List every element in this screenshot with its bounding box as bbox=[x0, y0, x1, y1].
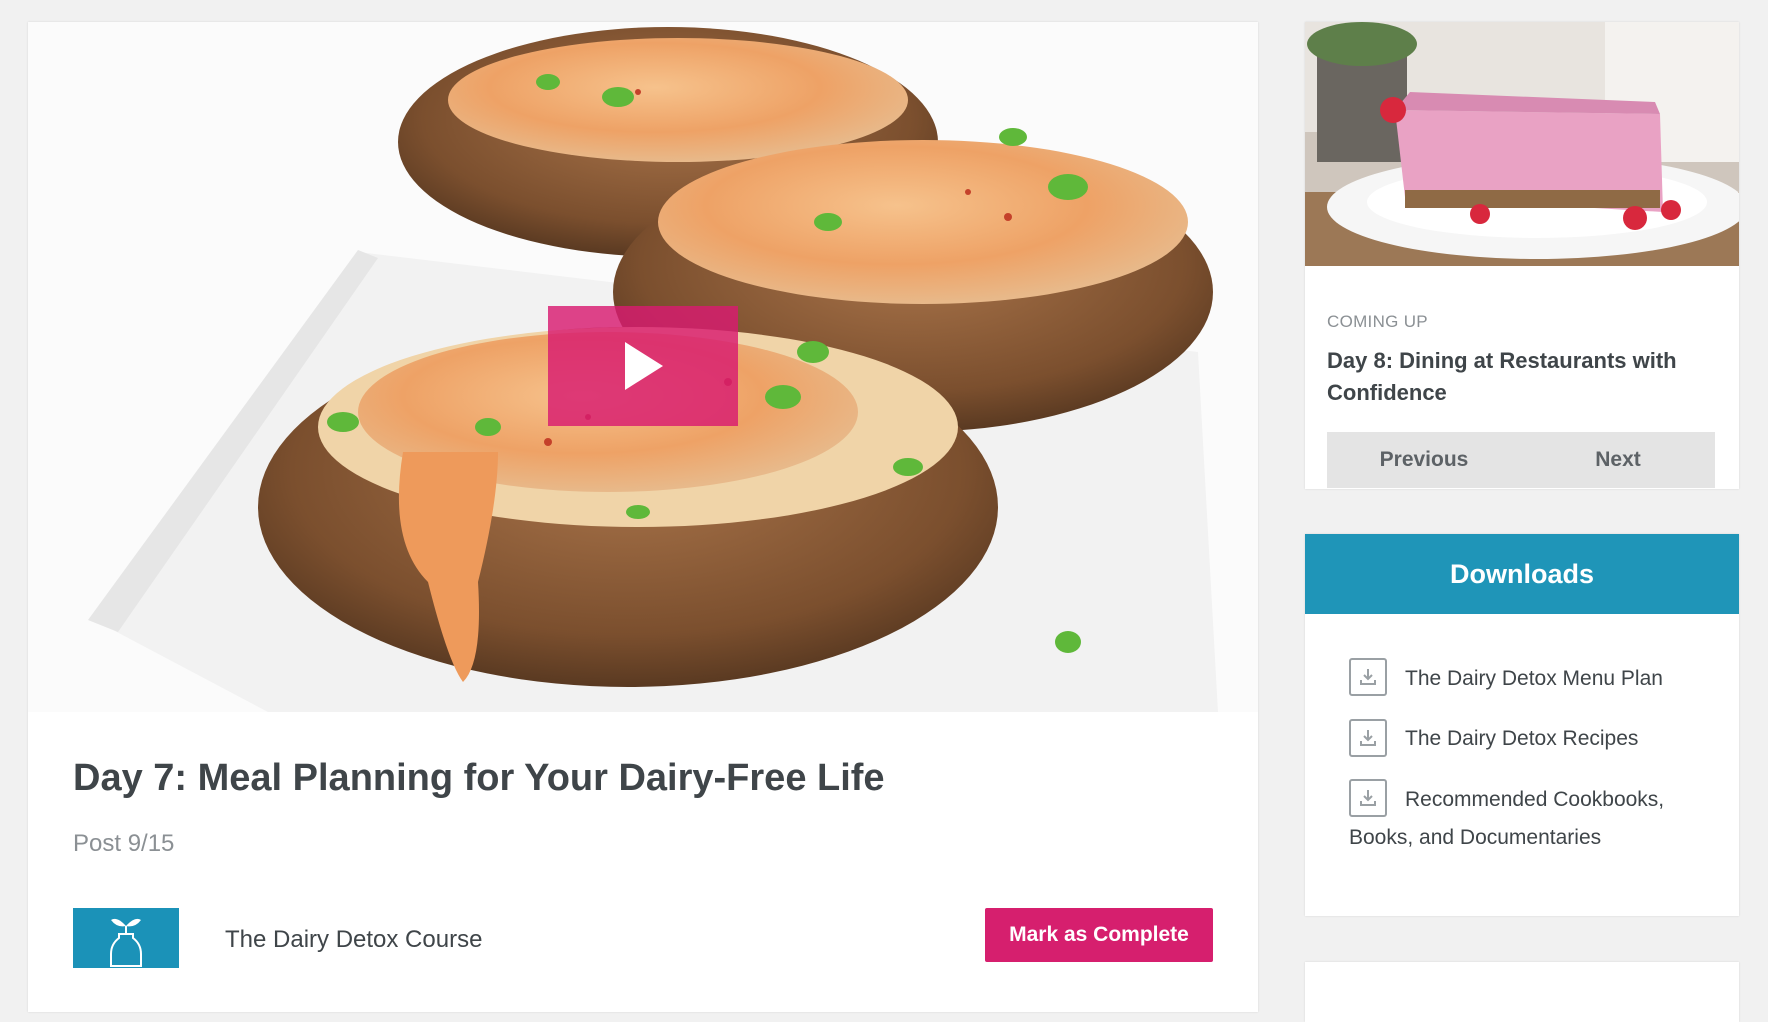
mark-complete-button[interactable]: Mark as Complete bbox=[985, 908, 1213, 962]
download-item-label: The Dairy Detox Recipes bbox=[1405, 727, 1639, 751]
download-item-label: The Dairy Detox Menu Plan bbox=[1405, 667, 1663, 690]
download-icon bbox=[1349, 779, 1387, 818]
downloads-card: Downloads The Dairy Detox Menu Plan The … bbox=[1305, 534, 1739, 916]
cheesecake-image bbox=[1305, 22, 1739, 266]
lesson-card: Day 7: Meal Planning for Your Dairy-Free… bbox=[28, 22, 1258, 1012]
lesson-video-thumbnail[interactable] bbox=[28, 22, 1258, 712]
next-button[interactable]: Next bbox=[1521, 432, 1715, 488]
downloads-list: The Dairy Detox Menu Plan The Dairy Deto… bbox=[1349, 658, 1709, 879]
lesson-nav: Previous Next bbox=[1327, 432, 1715, 488]
play-button[interactable] bbox=[548, 306, 738, 426]
sidebar-card-partial bbox=[1305, 962, 1739, 1022]
download-icon bbox=[1349, 658, 1387, 697]
download-item-label: Recommended Cookbooks, Books, and Docume… bbox=[1349, 787, 1665, 850]
download-icon bbox=[1349, 718, 1387, 757]
course-name[interactable]: The Dairy Detox Course bbox=[225, 926, 482, 954]
course-logo[interactable] bbox=[73, 908, 179, 968]
download-item[interactable]: The Dairy Detox Recipes bbox=[1349, 718, 1709, 758]
post-counter: Post 9/15 bbox=[73, 830, 175, 857]
downloads-header: Downloads bbox=[1305, 534, 1739, 614]
jar-sprout-icon bbox=[110, 918, 142, 967]
play-icon bbox=[625, 342, 663, 390]
download-item[interactable]: The Dairy Detox Menu Plan bbox=[1349, 658, 1709, 698]
next-lesson-thumbnail[interactable] bbox=[1305, 22, 1739, 266]
lesson-title: Day 7: Meal Planning for Your Dairy-Free… bbox=[73, 757, 885, 799]
next-lesson-title[interactable]: Day 8: Dining at Restaurants with Confid… bbox=[1327, 345, 1717, 409]
previous-button[interactable]: Previous bbox=[1327, 432, 1521, 488]
coming-up-card: COMING UP Day 8: Dining at Restaurants w… bbox=[1305, 22, 1739, 489]
download-item[interactable]: Recommended Cookbooks, Books, and Docume… bbox=[1349, 779, 1709, 857]
coming-up-label: COMING UP bbox=[1327, 312, 1428, 331]
